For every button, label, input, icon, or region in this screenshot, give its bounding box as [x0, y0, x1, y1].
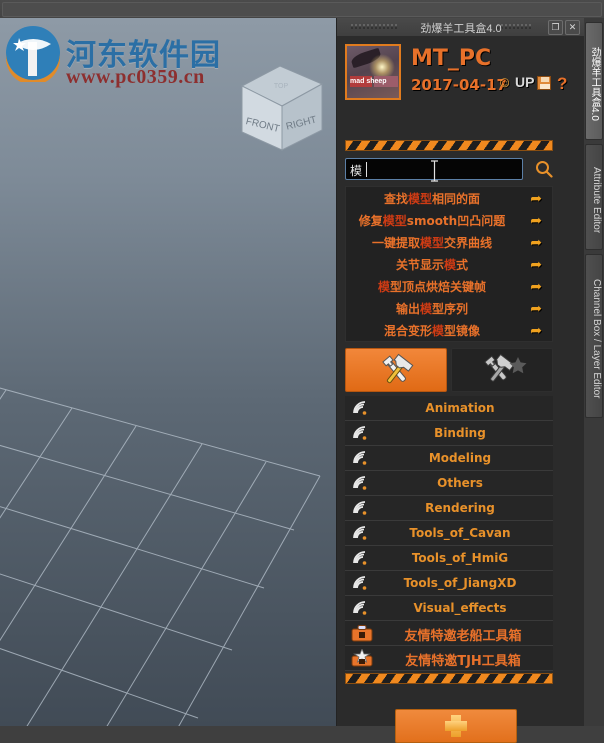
vtab-channel-box[interactable]: Channel Box / Layer Editor	[585, 254, 603, 418]
search-value: 模	[350, 164, 363, 178]
application-window: FRONT RIGHT TOP 河东软件园 www.pc0359.cn 劲爆羊工…	[0, 0, 604, 743]
category-label: Visual_effects	[413, 601, 507, 615]
toolbox-panel: 劲爆羊工具盒4.0 ❐ ✕ mad sheep MT_PC 2017-04-17…	[336, 18, 585, 743]
help-head-icon[interactable]: ☺	[497, 74, 512, 91]
category-label: Animation	[425, 401, 495, 415]
category-label: Tools_of_HmiG	[411, 551, 509, 565]
menu-item[interactable]: 一键提取模型交界曲线 ➦	[346, 231, 552, 253]
user-avatar[interactable]: mad sheep	[345, 44, 401, 100]
wrench-hammer-star-icon	[484, 353, 527, 382]
toolbox-titlebar[interactable]: 劲爆羊工具盒4.0 ❐ ✕	[337, 18, 585, 37]
update-icon[interactable]: UP	[515, 74, 534, 90]
category-row[interactable]: Binding	[345, 421, 553, 446]
category-label: Rendering	[425, 501, 495, 515]
maximize-button[interactable]: ❐	[548, 20, 563, 35]
menu-item-label: 一键提取模型交界曲线	[371, 236, 493, 250]
text-caret	[366, 162, 367, 177]
cube-top-label: TOP	[274, 83, 289, 90]
wrench-hammer-icon	[382, 353, 414, 384]
go-arrow-icon[interactable]: ➦	[530, 301, 542, 315]
tool-tabs	[345, 348, 553, 392]
menu-item[interactable]: 查找模型相同的面 ➦	[346, 187, 552, 209]
question-icon[interactable]: ?	[557, 74, 567, 94]
signal-icon	[353, 476, 367, 490]
viewport-grid	[0, 387, 321, 726]
menu-item-label: 混合变形模型镜像	[383, 324, 481, 338]
vtab-toolbox[interactable]: 劲爆羊工具盒4.0	[585, 22, 603, 140]
category-row[interactable]: Tools_of_HmiG	[345, 546, 553, 571]
category-label: Modeling	[428, 451, 492, 465]
menu-item-label: 输出模型序列	[395, 302, 469, 316]
toolbox-star-icon	[351, 649, 373, 667]
category-row[interactable]: Animation	[345, 396, 553, 421]
menu-item-label: 修复模型smooth凹凸问题	[358, 214, 506, 228]
guest-toolbox-label: 友情特邀老船工具箱	[404, 629, 522, 644]
user-header: mad sheep MT_PC 2017-04-17 ☺ UP ?	[345, 44, 577, 106]
menu-item[interactable]: 混合变形模型镜像 ➦	[346, 319, 552, 341]
category-label: Tools_of_JiangXD	[403, 576, 517, 590]
menu-item-label: 关节显示模式	[395, 258, 469, 272]
maya-viewport[interactable]: FRONT RIGHT TOP 河东软件园 www.pc0359.cn	[0, 18, 336, 726]
category-list: Animation Binding Modeling Others Render…	[345, 396, 553, 671]
category-row[interactable]: Rendering	[345, 496, 553, 521]
menu-item-label: 模型顶点烘焙关键帧	[377, 280, 487, 294]
vtab-attribute-editor[interactable]: Attribute Editor	[585, 144, 603, 250]
menu-item[interactable]: 关节显示模式 ➦	[346, 253, 552, 275]
signal-icon	[353, 451, 367, 465]
avatar-caption: mad sheep	[350, 78, 387, 85]
version-date: 2017-04-17	[411, 76, 507, 94]
ibeam-cursor-icon	[431, 160, 438, 182]
toolbox-body: mad sheep MT_PC 2017-04-17 ☺ UP ? 模 查找模型…	[337, 36, 585, 743]
search-input[interactable]: 模	[345, 158, 523, 182]
guest-toolbox-row[interactable]: 友情特邀老船工具箱	[345, 621, 553, 646]
go-arrow-icon[interactable]: ➦	[530, 235, 542, 249]
add-button[interactable]	[395, 709, 517, 743]
tab-favorites[interactable]	[451, 348, 553, 392]
go-arrow-icon[interactable]: ➦	[530, 323, 542, 337]
maya-toolbar-inner	[2, 2, 602, 17]
category-row[interactable]: Tools_of_Cavan	[345, 521, 553, 546]
signal-icon	[353, 426, 367, 440]
guest-toolbox-row[interactable]: 友情特邀TJH工具箱	[345, 646, 553, 671]
category-label: Others	[437, 476, 483, 490]
watermark-url: www.pc0359.cn	[66, 66, 205, 88]
menu-item[interactable]: 修复模型smooth凹凸问题 ➦	[346, 209, 552, 231]
signal-icon	[353, 401, 367, 415]
save-icon[interactable]	[537, 76, 551, 90]
go-arrow-icon[interactable]: ➦	[530, 279, 542, 293]
hazard-divider-top	[345, 140, 553, 151]
menu-item[interactable]: 输出模型序列 ➦	[346, 297, 552, 319]
signal-icon	[353, 526, 367, 540]
search-row: 模	[345, 158, 553, 182]
search-icon[interactable]	[535, 160, 553, 178]
maya-toolbar-strip	[0, 0, 604, 18]
toolbox-icon	[351, 625, 373, 642]
go-arrow-icon[interactable]: ➦	[530, 257, 542, 271]
category-row[interactable]: Modeling	[345, 446, 553, 471]
signal-icon	[353, 601, 367, 615]
category-row[interactable]: Visual_effects	[345, 596, 553, 621]
category-row[interactable]: Tools_of_JiangXD	[345, 571, 553, 596]
plus-icon-horizontal	[445, 721, 467, 731]
search-results-menu: 查找模型相同的面 ➦ 修复模型smooth凹凸问题 ➦ 一键提取模型交界曲线 ➦…	[345, 186, 553, 342]
signal-icon	[353, 576, 367, 590]
signal-icon	[353, 551, 367, 565]
category-label: Tools_of_Cavan	[409, 526, 511, 540]
menu-item-label: 查找模型相同的面	[383, 192, 481, 206]
user-name: MT_PC	[411, 46, 492, 71]
site-watermark: 河东软件园 www.pc0359.cn	[4, 24, 224, 90]
right-tab-column: 劲爆羊工具盒4.0 Attribute Editor Channel Box /…	[584, 18, 604, 726]
close-button[interactable]: ✕	[565, 20, 580, 35]
hazard-divider-bottom	[345, 673, 553, 684]
category-row[interactable]: Others	[345, 471, 553, 496]
go-arrow-icon[interactable]: ➦	[530, 191, 542, 205]
watermark-logo-icon	[6, 26, 60, 85]
guest-toolbox-label: 友情特邀TJH工具箱	[405, 654, 521, 669]
tab-tools[interactable]	[345, 348, 447, 392]
go-arrow-icon[interactable]: ➦	[530, 213, 542, 227]
category-label: Binding	[434, 426, 486, 440]
signal-icon	[353, 501, 367, 515]
menu-item[interactable]: 模型顶点烘焙关键帧 ➦	[346, 275, 552, 297]
view-cube[interactable]: FRONT RIGHT TOP	[226, 50, 336, 160]
